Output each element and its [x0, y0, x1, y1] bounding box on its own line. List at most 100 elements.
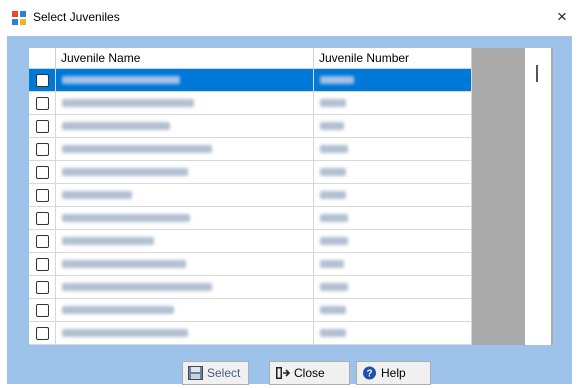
juvenile-name-cell[interactable]: [56, 138, 314, 160]
table-row[interactable]: [29, 161, 472, 184]
redacted-name: [62, 168, 188, 176]
row-checkbox[interactable]: [36, 304, 49, 317]
redacted-number: [320, 99, 346, 107]
juvenile-number-cell[interactable]: [314, 230, 472, 252]
app-grid-icon: [12, 11, 26, 25]
table-row[interactable]: [29, 69, 472, 92]
close-window-button[interactable]: ×: [551, 6, 573, 28]
select-cell: [29, 276, 56, 298]
vertical-scrollbar[interactable]: [525, 48, 551, 345]
window-title: Select Juveniles: [33, 10, 120, 24]
redacted-number: [320, 76, 354, 84]
redacted-number: [320, 122, 344, 130]
juvenile-number-cell[interactable]: [314, 253, 472, 275]
juvenile-number-cell[interactable]: [314, 207, 472, 229]
table-row[interactable]: [29, 253, 472, 276]
juvenile-name-cell[interactable]: [56, 92, 314, 114]
redacted-name: [62, 191, 132, 199]
juvenile-number-cell[interactable]: [314, 276, 472, 298]
juvenile-name-cell[interactable]: [56, 299, 314, 321]
row-checkbox[interactable]: [36, 97, 49, 110]
select-button-label: Select: [207, 366, 241, 380]
juvenile-name-cell[interactable]: [56, 69, 314, 91]
redacted-name: [62, 145, 212, 153]
select-button[interactable]: Select: [182, 361, 249, 385]
juvenile-number-cell[interactable]: [314, 92, 472, 114]
table-row[interactable]: [29, 322, 472, 345]
redacted-name: [62, 329, 188, 337]
table-row[interactable]: [29, 299, 472, 322]
table-row[interactable]: [29, 92, 472, 115]
table-row[interactable]: [29, 138, 472, 161]
row-checkbox[interactable]: [36, 327, 49, 340]
column-header-juvenile-name[interactable]: Juvenile Name: [56, 48, 314, 69]
juvenile-number-cell[interactable]: [314, 115, 472, 137]
redacted-name: [62, 237, 154, 245]
redacted-name: [62, 99, 194, 107]
juvenile-name-cell[interactable]: [56, 115, 314, 137]
help-button[interactable]: ? Help: [356, 361, 431, 385]
juvenile-name-cell[interactable]: [56, 184, 314, 206]
dialog-body: Juvenile Name Juvenile Number Select Clo…: [7, 36, 572, 385]
redacted-name: [62, 283, 212, 291]
help-question-icon: ?: [363, 366, 376, 380]
select-cell: [29, 322, 56, 344]
redacted-name: [62, 214, 190, 222]
redacted-number: [320, 306, 346, 314]
scroll-thumb[interactable]: [536, 65, 538, 82]
select-cell: [29, 92, 56, 114]
svg-text:?: ?: [366, 369, 372, 380]
juvenile-number-cell[interactable]: [314, 161, 472, 183]
row-checkbox[interactable]: [36, 281, 49, 294]
juvenile-number-cell[interactable]: [314, 322, 472, 344]
grid-data-area: Juvenile Name Juvenile Number: [29, 48, 472, 345]
close-button-label: Close: [294, 366, 325, 380]
table-row[interactable]: [29, 115, 472, 138]
select-cell: [29, 115, 56, 137]
select-cell: [29, 138, 56, 160]
redacted-name: [62, 76, 180, 84]
select-cell: [29, 69, 56, 91]
table-row[interactable]: [29, 276, 472, 299]
select-cell: [29, 299, 56, 321]
column-header-select[interactable]: [29, 48, 56, 69]
juvenile-number-cell[interactable]: [314, 69, 472, 91]
juvenile-number-cell[interactable]: [314, 138, 472, 160]
juvenile-name-cell[interactable]: [56, 161, 314, 183]
juvenile-name-cell[interactable]: [56, 322, 314, 344]
row-checkbox[interactable]: [36, 235, 49, 248]
exit-door-icon: [276, 367, 290, 379]
row-checkbox[interactable]: [36, 212, 49, 225]
juvenile-name-cell[interactable]: [56, 230, 314, 252]
select-juveniles-dialog: Select Juveniles × Juvenile Name Juvenil…: [0, 0, 579, 388]
juvenile-name-cell[interactable]: [56, 207, 314, 229]
close-button[interactable]: Close: [269, 361, 350, 385]
row-checkbox[interactable]: [36, 143, 49, 156]
column-header-juvenile-number[interactable]: Juvenile Number: [314, 48, 472, 69]
select-cell: [29, 184, 56, 206]
redacted-name: [62, 306, 174, 314]
redacted-number: [320, 283, 348, 291]
select-cell: [29, 207, 56, 229]
select-cell: [29, 253, 56, 275]
redacted-number: [320, 260, 344, 268]
row-checkbox[interactable]: [36, 258, 49, 271]
row-checkbox[interactable]: [36, 120, 49, 133]
juvenile-number-cell[interactable]: [314, 299, 472, 321]
juvenile-number-cell[interactable]: [314, 184, 472, 206]
table-row[interactable]: [29, 184, 472, 207]
table-row[interactable]: [29, 230, 472, 253]
row-checkbox[interactable]: [36, 166, 49, 179]
juveniles-grid[interactable]: Juvenile Name Juvenile Number: [29, 48, 553, 345]
juvenile-name-cell[interactable]: [56, 253, 314, 275]
select-cell: [29, 161, 56, 183]
save-disk-icon: [188, 366, 203, 380]
help-button-label: Help: [381, 366, 406, 380]
row-checkbox[interactable]: [36, 189, 49, 202]
table-row[interactable]: [29, 207, 472, 230]
redacted-number: [320, 329, 346, 337]
row-checkbox[interactable]: [36, 74, 49, 87]
select-cell: [29, 230, 56, 252]
redacted-name: [62, 260, 186, 268]
juvenile-name-cell[interactable]: [56, 276, 314, 298]
